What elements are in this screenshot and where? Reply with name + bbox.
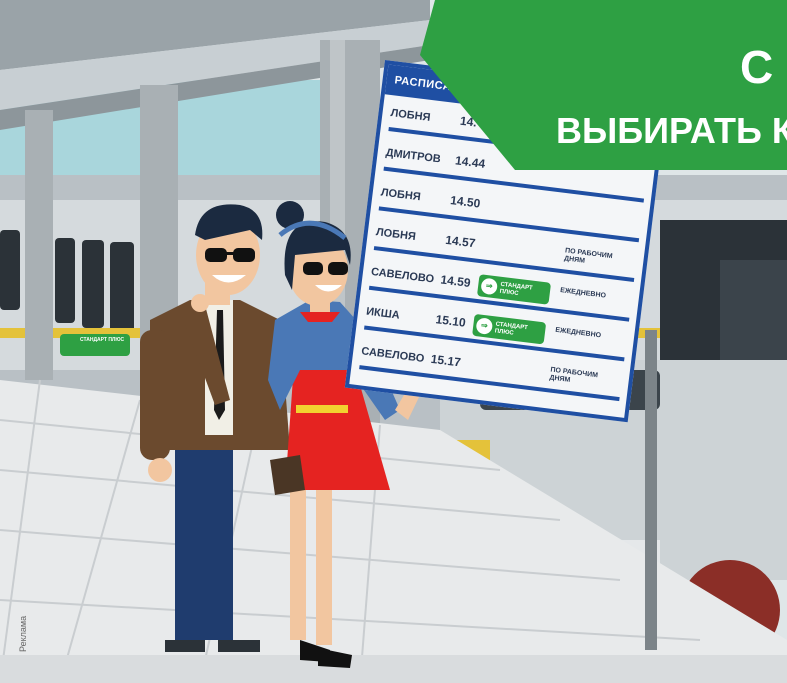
schedule-note: ЕЖЕДНЕВНО xyxy=(559,287,607,300)
train-logo-badge: СТАНДАРТ ПЛЮС xyxy=(80,337,125,343)
schedule-note: ПО РАБОЧИМ ДНЯМ xyxy=(563,247,613,265)
train-arrow-icon: ⇒ xyxy=(475,317,494,336)
schedule-time: 15.10 xyxy=(434,312,467,330)
schedule-note: ПО РАБОЧИМ ДНЯМ xyxy=(549,366,599,384)
schedule-time: 14.59 xyxy=(439,272,472,291)
schedule-station: ИКША xyxy=(365,305,401,322)
schedule-time: 14.50 xyxy=(449,193,482,211)
schedule-station: САВЕЛОВО xyxy=(370,265,435,286)
badge-label: СТАНДАРТ ПЛЮС xyxy=(494,321,529,337)
schedule-station: ЛОБНЯ xyxy=(375,226,417,244)
advertising-disclaimer: Реклама xyxy=(18,615,28,652)
schedule-time: 15.17 xyxy=(430,351,462,370)
schedule-note: ЕЖЕДНЕВНО xyxy=(554,326,602,340)
schedule-time: 14.57 xyxy=(444,232,477,251)
train-arrow-icon: ⇒ xyxy=(480,277,499,296)
badge-label: СТАНДАРТ ПЛЮС xyxy=(499,281,533,297)
banner-headline: С xyxy=(740,41,774,93)
schedule-station: САВЕЛОВО xyxy=(360,345,425,365)
schedule-station: ЛОБНЯ xyxy=(380,186,422,204)
banner-subheadline: ВЫБИРАТЬ К xyxy=(556,110,787,151)
advertisement-scene: СТАНДАРТ ПЛЮС РАСПИСАНИЕ Д ЛОБНЯ 14. ДМИТР… xyxy=(0,0,787,683)
